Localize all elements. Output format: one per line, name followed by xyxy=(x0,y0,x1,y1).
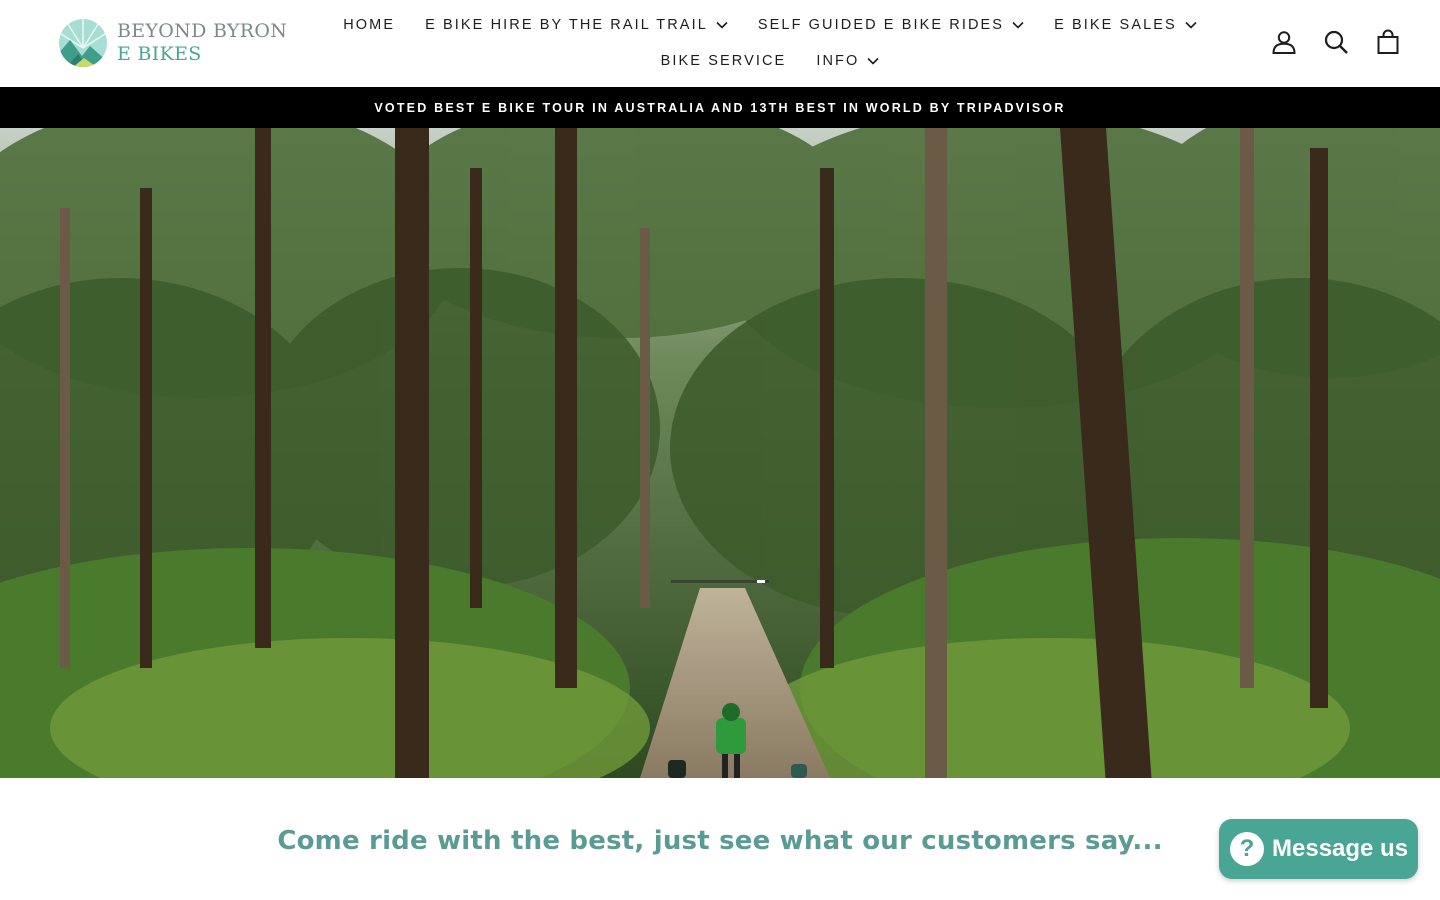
nav-item-e-bike-hire[interactable]: E BIKE HIRE BY THE RAIL TRAIL xyxy=(410,13,743,37)
header-actions xyxy=(1270,28,1402,56)
video-loading-bar xyxy=(671,580,769,583)
nav-item-label: SELF GUIDED E BIKE RIDES xyxy=(757,17,1005,33)
announcement-bar: VOTED BEST E BIKE TOUR IN AUSTRALIA AND … xyxy=(0,87,1440,128)
brand-logo[interactable]: BEYOND BYRON E BIKES xyxy=(58,17,288,69)
site-header: BEYOND BYRON E BIKES HOME E BIKE HIRE BY… xyxy=(0,0,1440,87)
chevron-down-icon xyxy=(1185,21,1197,29)
brand-name-line2: E BIKES xyxy=(117,43,202,65)
chevron-down-icon xyxy=(867,57,879,65)
search-icon xyxy=(1324,30,1348,54)
nav-item-bike-service[interactable]: BIKE SERVICE xyxy=(646,49,802,73)
announcement-text: VOTED BEST E BIKE TOUR IN AUSTRALIA AND … xyxy=(374,100,1066,115)
hero-forest-image xyxy=(0,128,1440,778)
main-navigation: HOME E BIKE HIRE BY THE RAIL TRAIL SELF … xyxy=(300,0,1240,87)
chevron-down-icon xyxy=(1012,21,1024,29)
brand-name-line1: BEYOND BYRON xyxy=(117,20,288,42)
nav-item-home[interactable]: HOME xyxy=(328,13,410,37)
nav-item-e-bike-sales[interactable]: E BIKE SALES xyxy=(1039,13,1212,37)
message-us-label: Message us xyxy=(1272,835,1409,862)
chevron-down-icon xyxy=(716,21,728,29)
nav-item-label: E BIKE HIRE BY THE RAIL TRAIL xyxy=(425,17,708,33)
nav-item-label: E BIKE SALES xyxy=(1054,17,1177,33)
hero-video[interactable] xyxy=(0,128,1440,778)
message-us-button[interactable]: ? Message us xyxy=(1219,819,1418,879)
nav-item-label: HOME xyxy=(343,17,396,33)
account-button[interactable] xyxy=(1270,28,1298,56)
logo-mountain-icon xyxy=(59,19,107,67)
search-button[interactable] xyxy=(1322,28,1350,56)
brand-wordmark: BEYOND BYRON E BIKES xyxy=(117,22,287,64)
nav-item-label: BIKE SERVICE xyxy=(660,53,787,69)
cart-button[interactable] xyxy=(1374,28,1402,56)
nav-item-label: INFO xyxy=(816,53,860,69)
nav-row-secondary: BIKE SERVICE INFO xyxy=(300,49,1240,73)
nav-item-self-guided-rides[interactable]: SELF GUIDED E BIKE RIDES xyxy=(743,13,1039,37)
account-icon xyxy=(1272,31,1296,54)
nav-item-info[interactable]: INFO xyxy=(801,49,894,73)
video-loading-progress xyxy=(757,580,766,583)
cart-icon xyxy=(1377,29,1399,54)
help-bubble-icon: ? xyxy=(1230,832,1264,866)
nav-row-primary: HOME E BIKE HIRE BY THE RAIL TRAIL SELF … xyxy=(300,13,1240,37)
